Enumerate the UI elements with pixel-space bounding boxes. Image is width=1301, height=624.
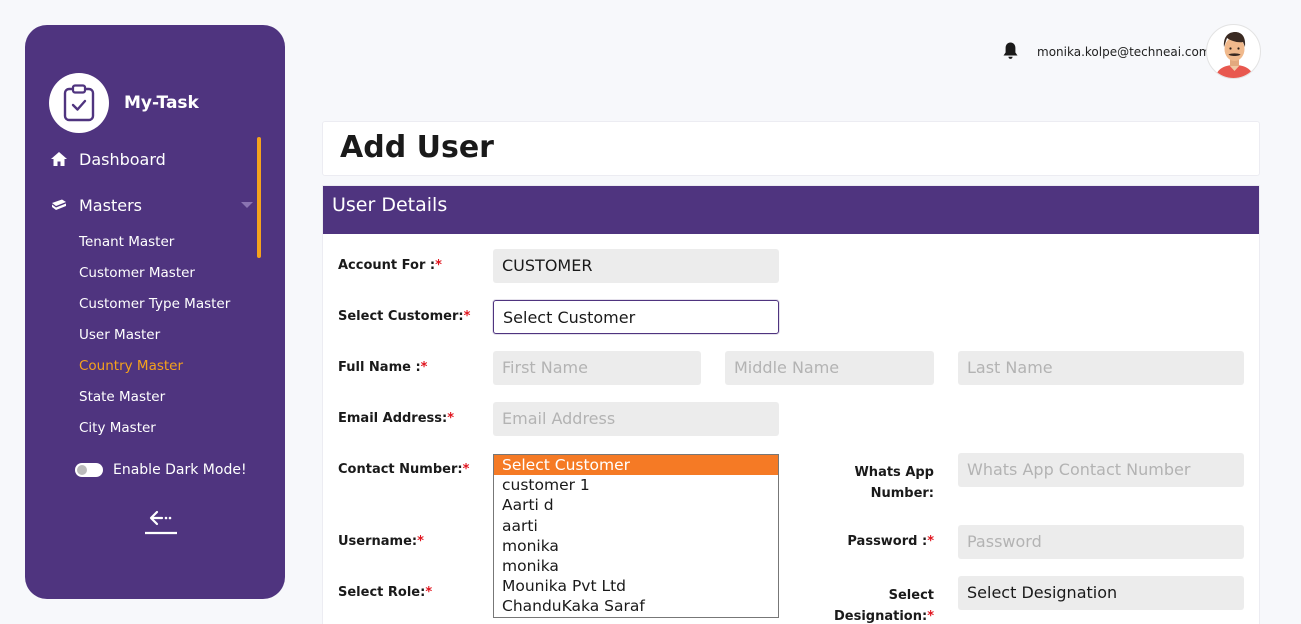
- sidebar-item-user-master[interactable]: User Master: [79, 327, 160, 343]
- dark-mode-label: Enable Dark Mode!: [113, 462, 247, 478]
- clipboard-check-icon: [49, 73, 109, 133]
- dropdown-option[interactable]: monika: [494, 536, 778, 556]
- sidebar-item-state-master[interactable]: State Master: [79, 389, 165, 405]
- designation-select[interactable]: Select Designation: [958, 576, 1244, 610]
- sidebar-item-customer-master[interactable]: Customer Master: [79, 265, 195, 281]
- username-label: Username:*: [338, 534, 424, 549]
- account-for-label: Account For :*: [338, 258, 442, 273]
- account-for-select[interactable]: CUSTOMER: [493, 249, 779, 283]
- user-email[interactable]: monika.kolpe@techneai.com: [1037, 45, 1210, 59]
- sidebar: My-Task Dashboard Masters Tenant Master …: [25, 25, 285, 599]
- dropdown-option[interactable]: Mounika Pvt Ltd: [494, 576, 778, 596]
- select-customer-label: Select Customer:*: [338, 309, 471, 324]
- sidebar-item-tenant-master[interactable]: Tenant Master: [79, 234, 174, 250]
- brand-name: My-Task: [124, 93, 199, 113]
- dropdown-option[interactable]: monika: [494, 556, 778, 576]
- select-role-label: Select Role:*: [338, 585, 433, 600]
- section-title: User Details: [323, 186, 1259, 234]
- dropdown-option[interactable]: Aarti d: [494, 495, 778, 515]
- email-label: Email Address:*: [338, 411, 455, 426]
- page-header-card: Add User: [322, 121, 1260, 176]
- full-name-label: Full Name :*: [338, 360, 428, 375]
- customer-dropdown-list[interactable]: Select Customer customer 1 Aarti d aarti…: [493, 454, 779, 618]
- collapse-sidebar-button[interactable]: [143, 509, 179, 537]
- contact-number-label: Contact Number:*: [338, 462, 470, 477]
- whatsapp-label: Whats App Number:: [854, 465, 934, 501]
- email-input[interactable]: Email Address: [493, 402, 779, 436]
- bell-icon[interactable]: [1002, 41, 1019, 64]
- dropdown-option[interactable]: ChanduKaka Saraf: [494, 596, 778, 616]
- sidebar-item-city-master[interactable]: City Master: [79, 420, 156, 436]
- dropdown-option[interactable]: customer 1: [494, 475, 778, 495]
- first-name-input[interactable]: First Name: [493, 351, 701, 385]
- brand[interactable]: My-Task: [49, 73, 199, 133]
- dropdown-option[interactable]: Select Customer: [494, 455, 778, 476]
- middle-name-input[interactable]: Middle Name: [725, 351, 934, 385]
- back-arrow-icon: [144, 509, 178, 541]
- toggle-switch[interactable]: [75, 463, 103, 477]
- dropdown-option[interactable]: aarti: [494, 516, 778, 536]
- last-name-input[interactable]: Last Name: [958, 351, 1244, 385]
- sidebar-item-dashboard[interactable]: Dashboard: [49, 149, 166, 169]
- sidebar-item-label: Masters: [79, 195, 142, 215]
- page-title: Add User: [340, 130, 494, 165]
- designation-label: Select Designation:*: [833, 588, 934, 624]
- ticket-icon: [49, 195, 69, 215]
- sidebar-item-customer-type-master[interactable]: Customer Type Master: [79, 296, 230, 312]
- password-label: Password :*: [847, 534, 934, 549]
- chevron-down-icon[interactable]: [241, 202, 253, 208]
- home-icon: [49, 149, 69, 169]
- password-input[interactable]: Password: [958, 525, 1244, 559]
- whatsapp-input[interactable]: Whats App Contact Number: [958, 453, 1244, 487]
- sidebar-scrollbar[interactable]: [257, 137, 261, 258]
- avatar[interactable]: [1206, 24, 1261, 79]
- select-customer-dropdown[interactable]: Select Customer: [493, 300, 779, 334]
- sidebar-item-country-master[interactable]: Country Master: [79, 358, 183, 374]
- sidebar-item-masters[interactable]: Masters: [49, 195, 142, 215]
- dark-mode-toggle[interactable]: Enable Dark Mode!: [75, 462, 247, 478]
- sidebar-item-label: Dashboard: [79, 149, 166, 169]
